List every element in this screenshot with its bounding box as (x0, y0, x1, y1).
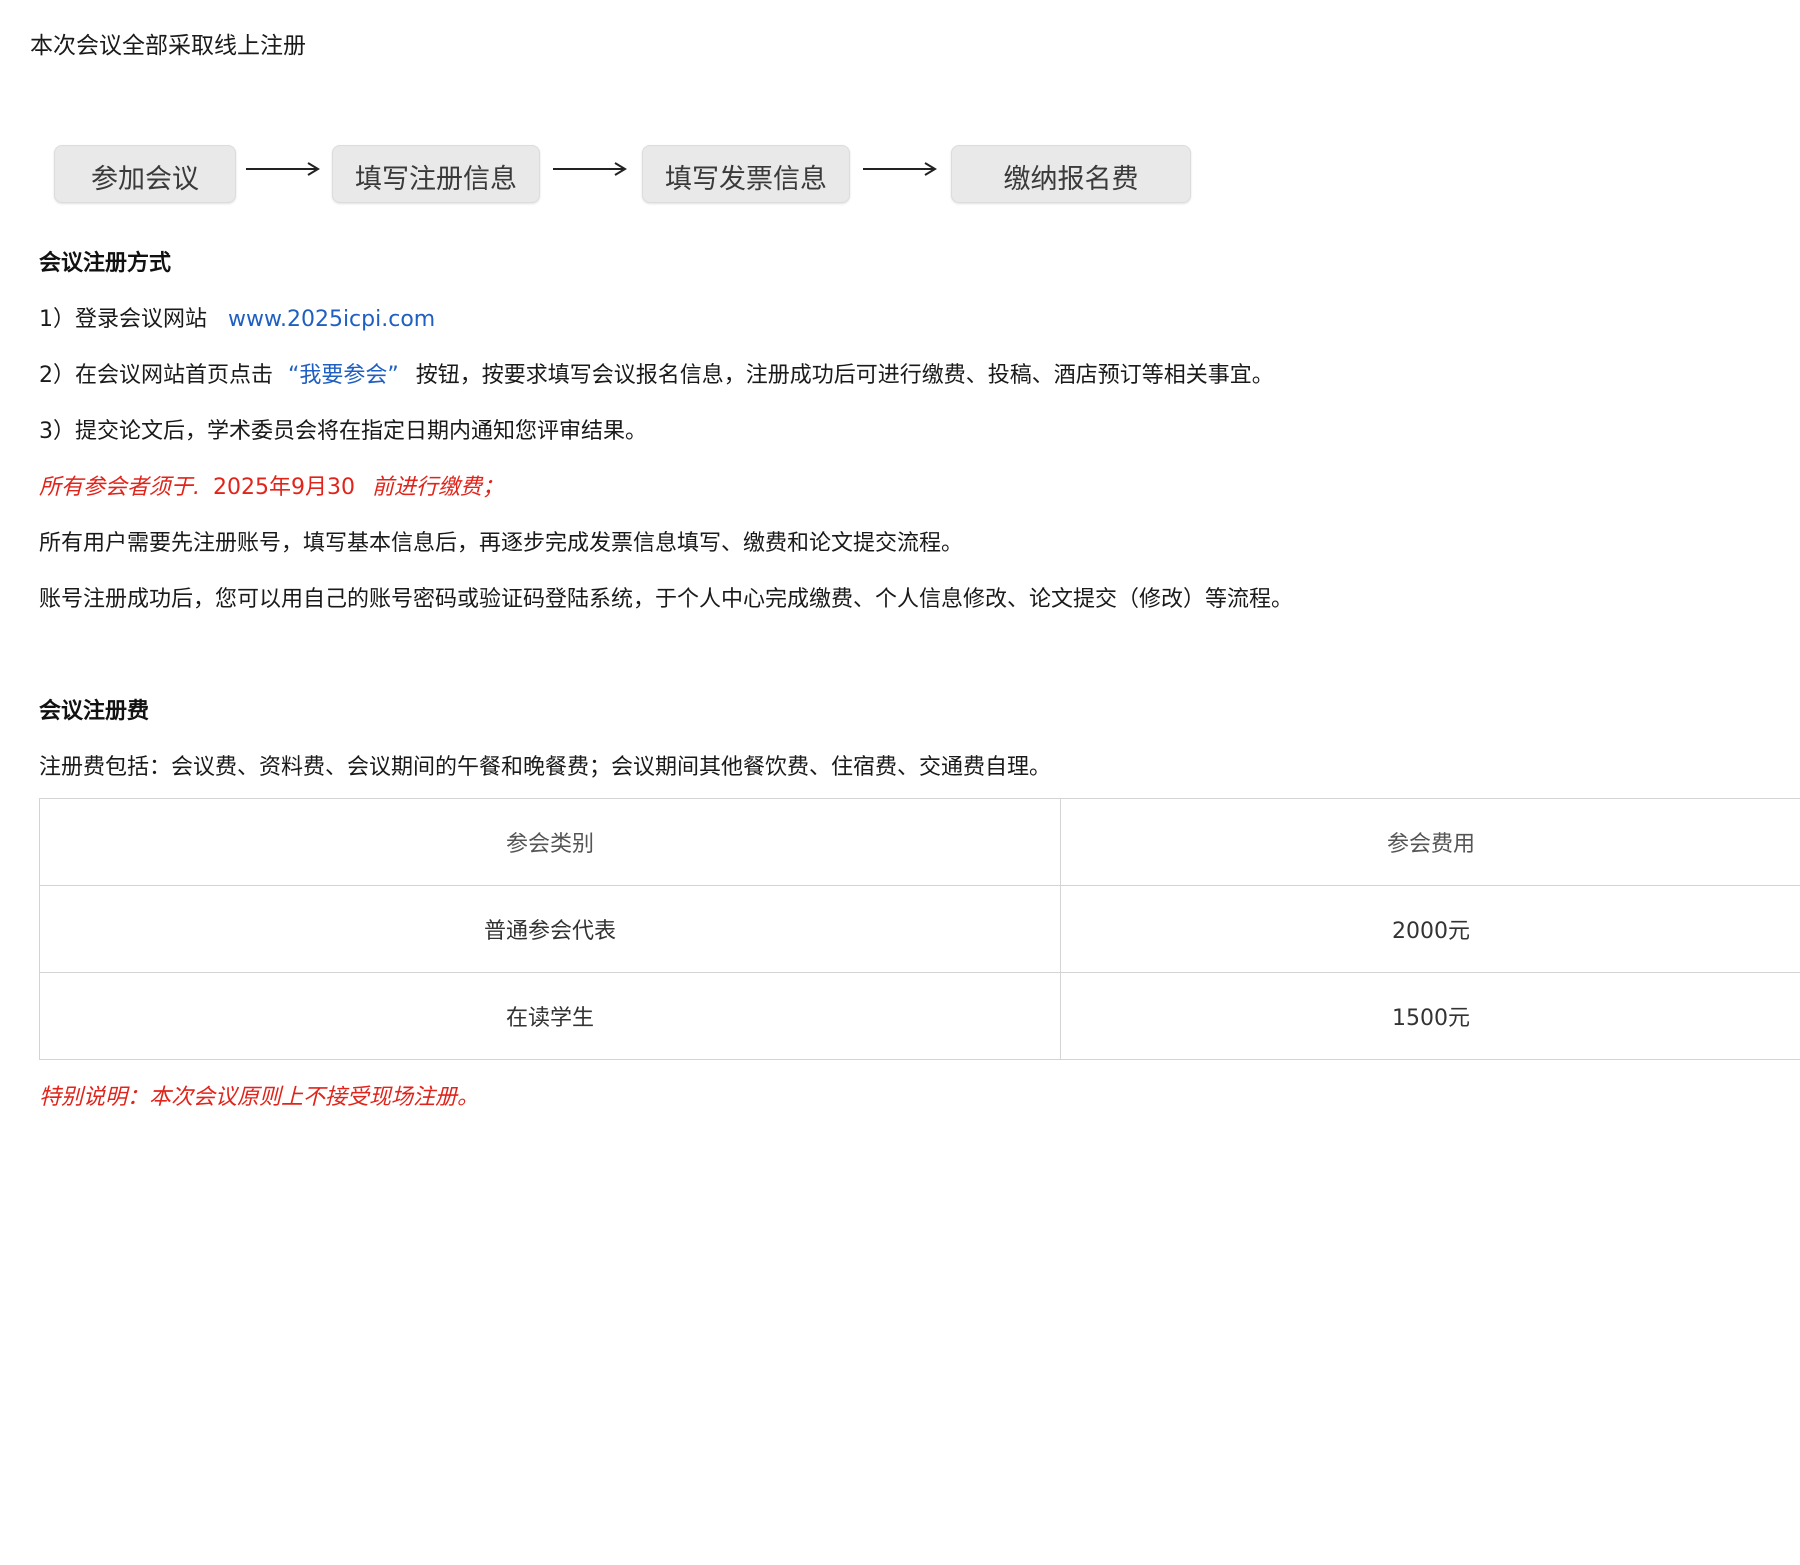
deadline-date: 2025年9月30 (213, 475, 355, 500)
fee-description: 注册费包括：会议费、资料费、会议期间的午餐和晚餐费；会议期间其他餐饮费、住宿费、… (39, 755, 1052, 780)
deadline-dot: . (193, 475, 201, 500)
table-row: 普通参会代表 2000元 (39, 885, 1800, 973)
registration-fee-title: 会议注册费 (39, 699, 150, 724)
deadline-suffix: 前进行缴费； (372, 475, 505, 500)
cell-fee: 2000元 (1060, 885, 1800, 973)
registration-flow-diagram: 参加会议 填写注册信息 填写发票信息 缴纳报名费 (54, 143, 1191, 205)
main-content: 会议注册方式 1）登录会议网站 www.2025icpi.com 2）在会议网站… (39, 248, 1800, 1114)
flow-arrow-icon (540, 140, 642, 198)
account-info-2: 账号注册成功后，您可以用自己的账号密码或验证码登陆系统，于个人中心完成缴费、个人… (39, 587, 1294, 612)
account-info-1: 所有用户需要先注册账号，填写基本信息后，再逐步完成发票信息填写、缴费和论文提交流… (39, 531, 964, 556)
flow-step-join: 参加会议 (54, 145, 236, 203)
header-category: 参会类别 (39, 798, 1061, 886)
join-conference-link[interactable]: “我要参会” (288, 363, 399, 388)
payment-deadline: 所有参会者须于. 2025年9月30 前进行缴费； (39, 472, 1799, 504)
special-note: 特别说明：本次会议原则上不接受现场注册。 (39, 1085, 480, 1110)
deadline-prefix: 所有参会者须于 (39, 475, 194, 500)
step1-text: 1）登录会议网站 (39, 307, 207, 332)
table-header-row: 参会类别 参会费用 (39, 798, 1800, 886)
registration-method-title: 会议注册方式 (39, 251, 172, 276)
registration-step-3: 3）提交论文后，学术委员会将在指定日期内通知您评审结果。 (39, 419, 647, 444)
registration-step-1: 1）登录会议网站 www.2025icpi.com (39, 304, 1799, 336)
registration-step-2: 2）在会议网站首页点击 “我要参会” 按钮，按要求填写会议报名信息，注册成功后可… (39, 360, 1799, 392)
cell-category: 普通参会代表 (39, 885, 1061, 973)
header-fee: 参会费用 (1060, 798, 1800, 886)
step2-suffix-text: 按钮，按要求填写会议报名信息，注册成功后可进行缴费、投稿、酒店预订等相关事宜。 (415, 363, 1274, 388)
table-row: 在读学生 1500元 (39, 972, 1800, 1060)
flow-arrow-icon (236, 140, 332, 198)
cell-fee: 1500元 (1060, 972, 1800, 1060)
flow-step-pay-fee: 缴纳报名费 (951, 145, 1191, 203)
cell-category: 在读学生 (39, 972, 1061, 1060)
step2-text: 2）在会议网站首页点击 (39, 363, 273, 388)
conference-website-link[interactable]: www.2025icpi.com (228, 307, 435, 332)
flow-step-registration-info: 填写注册信息 (332, 145, 540, 203)
flow-step-invoice-info: 填写发票信息 (642, 145, 850, 203)
flow-arrow-icon (850, 140, 951, 198)
page-heading: 本次会议全部采取线上注册 (30, 33, 306, 59)
fee-table: 参会类别 参会费用 普通参会代表 2000元 在读学生 1500元 (39, 798, 1800, 1060)
